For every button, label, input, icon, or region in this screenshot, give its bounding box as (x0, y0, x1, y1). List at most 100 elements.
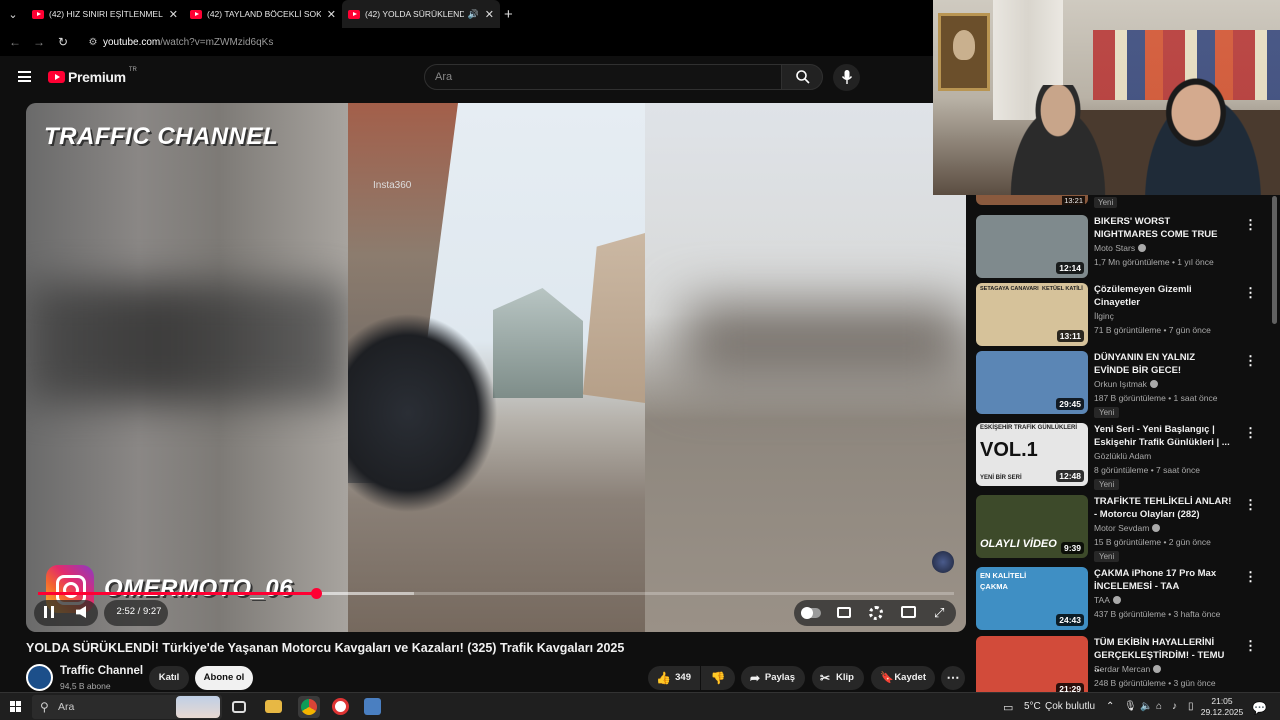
close-tab-icon[interactable]: ✕ (327, 8, 336, 21)
channel-line[interactable]: Orkun Işıtmak (1094, 379, 1158, 389)
video-thumbnail[interactable]: 29:45 (976, 351, 1088, 414)
more-options-icon[interactable]: ⋮ (1244, 569, 1257, 585)
join-button[interactable]: Katıl (149, 666, 189, 690)
channel-name[interactable]: Traffic Channel (60, 665, 143, 677)
task-view-icon[interactable] (232, 701, 246, 713)
dislike-button[interactable]: 👎 (701, 666, 735, 690)
channel-line[interactable]: İlginç (1094, 311, 1114, 321)
forward-icon[interactable]: → (27, 35, 51, 49)
video-thumbnail[interactable]: 21:29 (976, 636, 1088, 692)
microphone-tray-icon[interactable]: 🎙 (1124, 701, 1137, 712)
thumb-text: ESKİŞEHİR TRAFİK GÜNLÜKLERİ (980, 425, 1078, 431)
reload-icon[interactable]: ↻ (51, 35, 75, 49)
channel-line[interactable]: Serdar Mercan (1094, 664, 1162, 674)
site-info-icon[interactable]: ⚙ (83, 37, 103, 48)
partial-thumbnail[interactable]: 13:21 (976, 195, 1088, 205)
new-tab-icon[interactable]: + (504, 6, 513, 23)
search-input[interactable]: Ara (424, 64, 782, 90)
new-badge: Yeni (1094, 407, 1120, 418)
video-title[interactable]: BIKERS' WORST NIGHTMARES COME TRUE (1094, 215, 1232, 241)
file-explorer-icon[interactable] (265, 700, 282, 713)
autoplay-toggle[interactable] (801, 607, 821, 619)
more-actions-button[interactable]: ⋯ (941, 666, 965, 690)
channel-branding-icon[interactable] (932, 551, 954, 573)
played-bar (38, 592, 317, 595)
speaker-tray-icon[interactable]: 🔈 (1140, 701, 1152, 712)
volume-tray-icon[interactable]: ♪ (1172, 701, 1177, 712)
search-button[interactable] (781, 64, 823, 90)
channel-watermark: TRAFFIC CHANNEL (44, 123, 279, 150)
video-thumbnail[interactable]: OLAYLI VİDEO 9:39 (976, 495, 1088, 558)
video-thumbnail[interactable]: EN KALİTELİ ÇAKMA 24:43 (976, 567, 1088, 630)
subtitles-icon[interactable] (837, 607, 851, 618)
recommendation-item[interactable]: OLAYLI VİDEO 9:39 TRAFİKTE TEHLİKELİ ANLAR… (976, 495, 1276, 562)
channel-line[interactable]: TAA (1094, 595, 1121, 605)
speaker-icon[interactable]: 🔊 (468, 9, 479, 20)
taskbar-search[interactable]: Ara (32, 695, 222, 719)
video-title[interactable]: Yeni Seri - Yeni Başlangıç | Eskişehir T… (1094, 423, 1232, 449)
voice-search-button[interactable] (833, 64, 860, 91)
recommendation-item[interactable]: 12:14 BIKERS' WORST NIGHTMARES COME TRUE M… (976, 215, 1276, 279)
chevron-up-icon[interactable]: ⌃ (1106, 701, 1114, 712)
weather-icon[interactable]: ▭ (1003, 701, 1013, 714)
browser-tab-strip: ⌄ (42) HIZ SINIRI EŞİTLENMELİ | S ✕ (42)… (0, 0, 940, 28)
back-icon[interactable]: ← (3, 35, 27, 49)
menu-icon[interactable] (18, 71, 31, 82)
battery-icon[interactable]: ▯ (1188, 701, 1194, 712)
app-window-icon[interactable] (364, 698, 381, 715)
windows-start-icon[interactable] (10, 701, 21, 712)
view-stats: 1,7 Mn görüntüleme • 1 yıl önce (1094, 257, 1214, 267)
theater-mode-icon[interactable] (901, 606, 916, 618)
system-clock[interactable]: 21:05 29.12.2025 (1200, 696, 1244, 718)
share-button[interactable]: ➦ Paylaş (741, 666, 805, 690)
settings-gear-icon[interactable] (869, 606, 883, 620)
more-options-icon[interactable]: ⋮ (1244, 497, 1257, 513)
recommendation-item[interactable]: 29:45 DÜNYANIN EN YALNIZ EVİNDE BİR GECE!… (976, 351, 1276, 418)
recommendation-item[interactable]: EN KALİTELİ ÇAKMA 24:43 ÇAKMA iPhone 17 Pro… (976, 567, 1276, 631)
video-thumbnail[interactable]: ESKİŞEHİR TRAFİK GÜNLÜKLERİ VOL.1 YENİ BİR… (976, 423, 1088, 486)
like-button[interactable]: 👍 349 (648, 666, 700, 690)
address-bar[interactable]: youtube.com/watch?v=mZWMzid6qKs (103, 37, 273, 48)
recommendation-item[interactable]: SETAGAYA CANAVARI KETÜEL KATİLİ 13:11 Çözül… (976, 283, 1276, 347)
channel-line[interactable]: Moto Stars (1094, 243, 1147, 253)
video-thumbnail[interactable]: 12:14 (976, 215, 1088, 278)
microphone-icon (841, 70, 853, 84)
channel-line[interactable]: Gözlüklü Adam (1094, 451, 1151, 461)
chrome-app-button[interactable] (298, 696, 320, 718)
notification-icon[interactable]: 💬 (1252, 701, 1267, 715)
sidebar-scrollbar[interactable] (1272, 196, 1277, 324)
video-title[interactable]: DÜNYANIN EN YALNIZ EVİNDE BİR GECE! (1094, 351, 1232, 377)
recommendation-item[interactable]: 21:29 TÜM EKİBİN HAYALLERİNİ GERÇEKLEŞTİR… (976, 636, 1276, 692)
video-title[interactable]: ÇAKMA iPhone 17 Pro Max İNCELEMESİ - TAA (1094, 567, 1232, 593)
more-options-icon[interactable]: ⋮ (1244, 638, 1257, 654)
more-options-icon[interactable]: ⋮ (1244, 285, 1257, 301)
close-tab-icon[interactable]: ✕ (169, 8, 178, 21)
progress-bar[interactable] (38, 588, 954, 599)
fullscreen-icon[interactable]: ⤢ (934, 606, 946, 619)
more-options-icon[interactable]: ⋮ (1244, 217, 1257, 233)
video-title[interactable]: Çözülemeyen Gizemli Cinayetler (1094, 283, 1232, 309)
video-thumbnail[interactable]: SETAGAYA CANAVARI KETÜEL KATİLİ 13:11 (976, 283, 1088, 346)
tab-search-chevron-icon[interactable]: ⌄ (0, 8, 26, 21)
more-options-icon[interactable]: ⋮ (1244, 425, 1257, 441)
close-tab-icon[interactable]: ✕ (485, 8, 494, 21)
network-icon[interactable]: ⌂ (1156, 701, 1162, 712)
youtube-logo[interactable]: Premium TR (48, 67, 137, 85)
browser-tab-3-active[interactable]: (42) YOLDA SÜRÜKLENDİ! T 🔊 ✕ (342, 0, 500, 28)
pause-icon[interactable] (44, 606, 54, 618)
subscribe-button[interactable]: Abone ol (195, 666, 253, 690)
scrubber-handle[interactable] (310, 588, 322, 599)
save-button[interactable]: 🔖 Kaydet (871, 666, 935, 690)
more-options-icon[interactable]: ⋮ (1244, 353, 1257, 369)
video-player[interactable]: Insta360 TRAFFIC CHANNEL OMERMOTO_06 2:5… (26, 103, 966, 632)
browser-tab-2[interactable]: (42) TAYLAND BÖCEKLİ SOKAK ✕ (184, 0, 342, 28)
app-icon[interactable] (332, 698, 349, 715)
clip-button[interactable]: ✂ Klip (812, 666, 864, 690)
browser-tab-1[interactable]: (42) HIZ SINIRI EŞİTLENMELİ | S ✕ (26, 0, 184, 28)
youtube-favicon-icon (348, 9, 360, 19)
channel-avatar[interactable] (26, 664, 53, 691)
view-stats: 8 görüntüleme • 7 saat önce (1094, 465, 1200, 475)
video-title[interactable]: TRAFİKTE TEHLİKELİ ANLAR! - Motorcu Olay… (1094, 495, 1232, 521)
channel-line[interactable]: Motor Sevdam (1094, 523, 1161, 533)
recommendation-item[interactable]: ESKİŞEHİR TRAFİK GÜNLÜKLERİ VOL.1 YENİ BİR… (976, 423, 1276, 490)
